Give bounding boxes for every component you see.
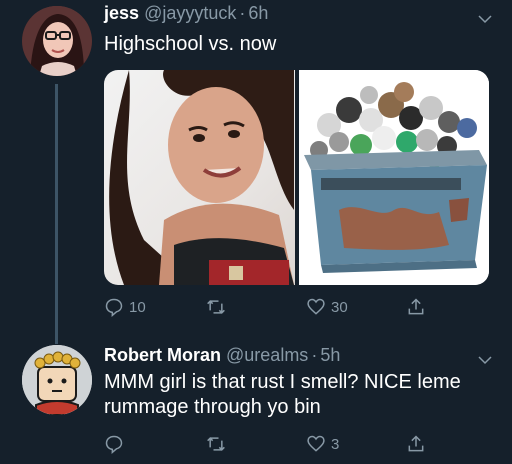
photo-selfie[interactable] [104, 70, 295, 285]
avatar-cartoon [22, 345, 92, 415]
like-icon [307, 435, 325, 452]
chevron-down-icon[interactable] [476, 10, 494, 28]
timestamp[interactable]: 6h [248, 3, 268, 23]
reply-icon [105, 298, 123, 317]
retweet-icon [207, 437, 225, 451]
author-name[interactable]: Robert Moran [104, 345, 221, 365]
like-button[interactable]: 30 [306, 297, 348, 317]
tweet-actions: 10 30 [104, 297, 434, 319]
reply-button[interactable]: 10 [104, 297, 146, 317]
tweet-actions: 3 [104, 434, 434, 456]
share-button[interactable] [406, 434, 426, 454]
tweet-text: Highschool vs. now [104, 33, 277, 55]
tweet[interactable]: jess @jayyytuck·6h Highschool vs. now [0, 0, 512, 344]
dumpster-image [298, 70, 489, 285]
avatar[interactable] [22, 345, 92, 415]
like-button[interactable]: 3 [306, 434, 339, 454]
share-icon [408, 435, 424, 452]
like-count: 30 [331, 298, 348, 316]
chevron-down-icon[interactable] [476, 351, 494, 369]
share-button[interactable] [406, 297, 426, 317]
retweet-button[interactable] [206, 297, 231, 317]
tweet-text: MMM girl is that rust I smell? NICE leme… [104, 371, 461, 418]
photo-dumpster[interactable] [298, 70, 489, 285]
like-icon [307, 298, 325, 315]
avatar[interactable] [22, 6, 92, 76]
thread-line [55, 84, 58, 344]
like-count: 3 [331, 435, 340, 453]
selfie-image [109, 70, 294, 285]
tweet-header: jess @jayyytuck · 6h [104, 3, 268, 24]
separator: · [239, 3, 246, 23]
timestamp[interactable]: 5h [320, 345, 340, 365]
separator: · [311, 345, 318, 365]
author-handle[interactable]: @urealms [226, 345, 308, 365]
tweet-header: Robert Moran @urealms · 5h [104, 345, 340, 366]
share-icon [408, 298, 424, 315]
author-handle[interactable]: @jayyytuck [144, 3, 236, 23]
avatar-portrait [22, 6, 92, 76]
reply-icon [105, 435, 123, 454]
media-grid [104, 70, 489, 285]
author-name[interactable]: jess [104, 3, 139, 23]
reply-count: 10 [129, 298, 146, 316]
reply-button[interactable] [104, 434, 129, 454]
retweet-button[interactable] [206, 434, 231, 454]
retweet-icon [207, 300, 225, 314]
